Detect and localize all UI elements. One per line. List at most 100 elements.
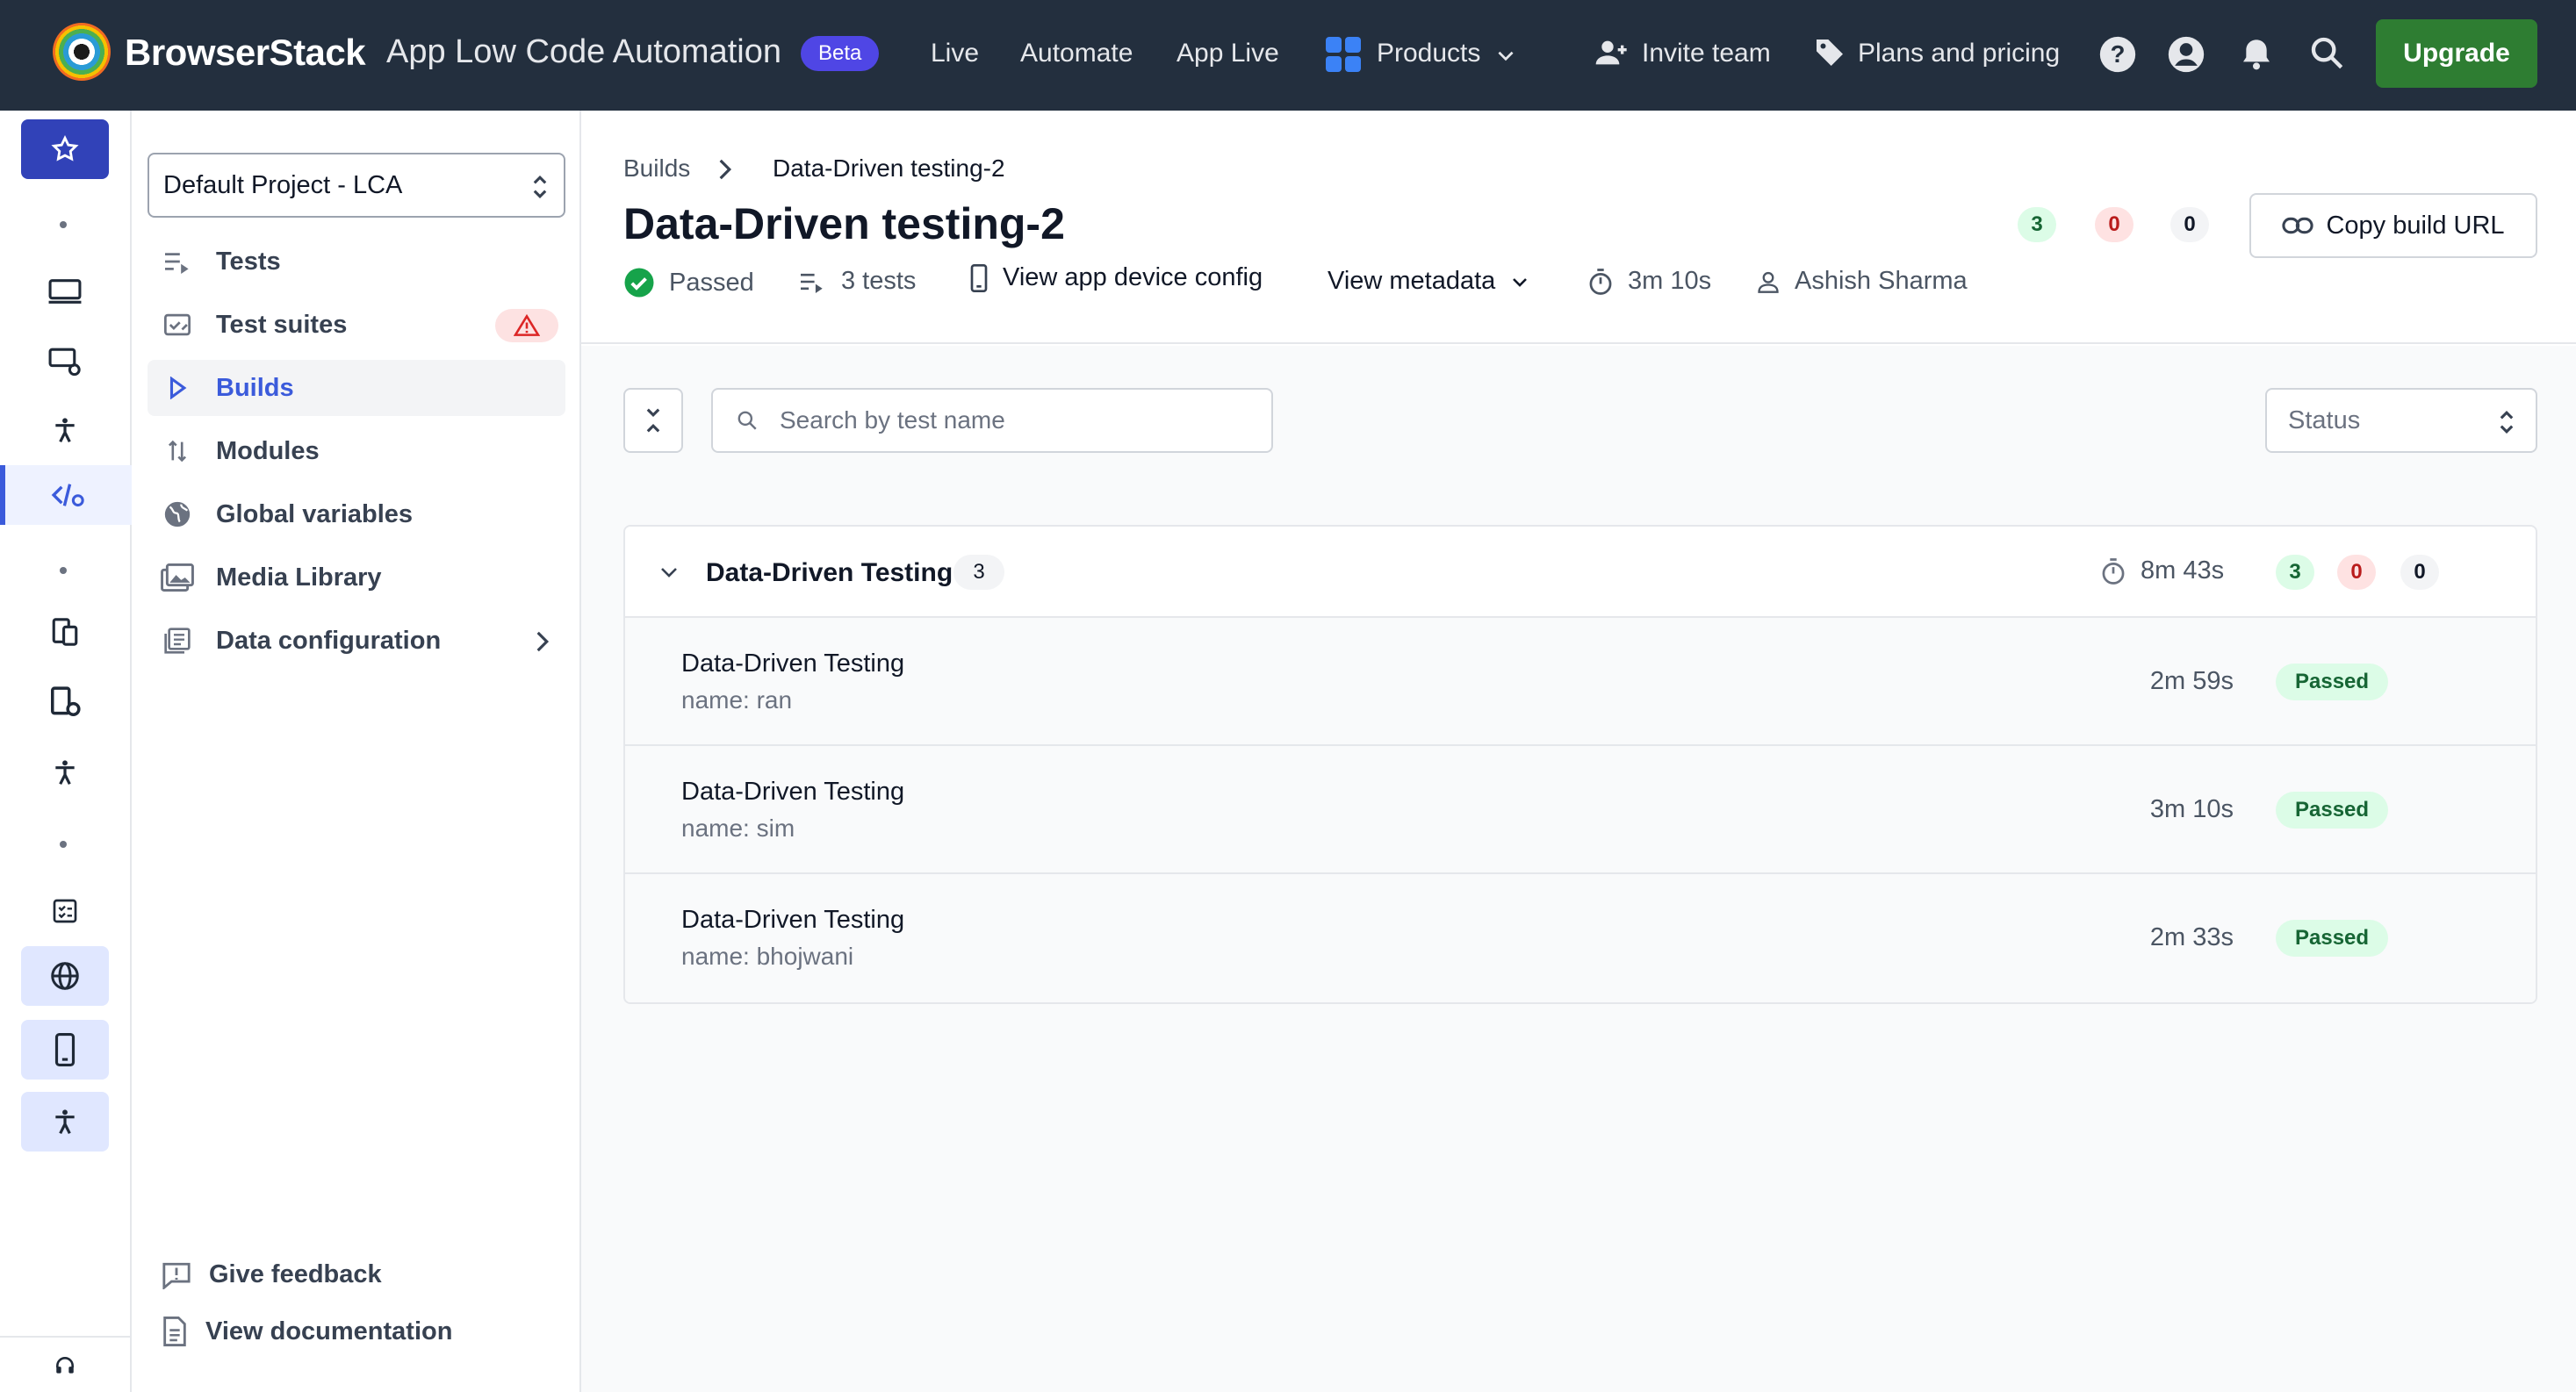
chevron-down-icon (1513, 277, 1528, 287)
user-icon (1758, 271, 1779, 293)
other-count-badge: 0 (2170, 207, 2209, 242)
link-icon (2282, 217, 2314, 234)
passed-count-badge: 3 (2018, 207, 2056, 242)
nav-automate[interactable]: Automate (1020, 39, 1133, 68)
sidebar-item-tests[interactable]: Tests (148, 233, 565, 290)
sort-chevrons-icon (2500, 410, 2514, 434)
rail-accessibility[interactable] (21, 400, 109, 460)
upgrade-button[interactable]: Upgrade (2376, 19, 2537, 88)
build-detail-main: Builds Data-Driven testing-2 Data-Driven… (581, 111, 2576, 1392)
image-icon (161, 563, 194, 592)
nav-app-live[interactable]: App Live (1176, 39, 1279, 68)
sidebar-item-test-suites[interactable]: Test suites (148, 297, 565, 353)
invite-user-icon[interactable] (1594, 35, 1630, 70)
rail-separator (60, 567, 67, 574)
brand-name[interactable]: BrowserStack (125, 32, 366, 74)
rail-low-code[interactable] (0, 465, 132, 525)
sidebar-item-media-library[interactable]: Media Library (148, 549, 565, 606)
desktop-automate-icon (48, 348, 81, 377)
top-navigation-bar: BrowserStack App Low Code Automation Bet… (0, 0, 2576, 111)
view-app-device-config-label: View app device config (1003, 263, 1263, 291)
nav-products[interactable]: Products (1377, 39, 1480, 68)
sidebar-item-label: Modules (216, 436, 320, 465)
test-row[interactable]: Data-Driven Testing name: ran 2m 59s Pas… (625, 618, 2536, 746)
code-icon (51, 484, 84, 507)
test-row-duration: 2m 59s (2149, 667, 2234, 695)
view-metadata-dropdown[interactable]: View metadata (1328, 267, 1544, 296)
test-search-box[interactable] (711, 388, 1273, 453)
chevron-down-icon[interactable] (1494, 44, 1517, 67)
build-user: Ashish Sharma (1756, 267, 1968, 296)
copy-build-url-button[interactable]: Copy build URL (2249, 193, 2537, 258)
breadcrumb-current: Data-Driven testing-2 (773, 154, 1005, 182)
mobile-devices-icon (52, 618, 78, 646)
rail-accessibility-testing[interactable] (21, 1092, 109, 1152)
plans-pricing-link[interactable]: Plans and pricing (1858, 39, 2060, 68)
products-grid-icon[interactable] (1326, 37, 1361, 72)
test-row[interactable]: Data-Driven Testing name: bhojwani 2m 33… (625, 874, 2536, 1002)
rail-support[interactable] (21, 1348, 109, 1383)
account-icon[interactable] (2167, 35, 2205, 74)
rail-favorites[interactable] (21, 119, 109, 179)
view-documentation-label: View documentation (205, 1317, 453, 1345)
view-documentation-link[interactable]: View documentation (162, 1317, 452, 1346)
chevron-down-icon[interactable] (658, 565, 680, 581)
project-selector[interactable]: Default Project - LCA (148, 153, 565, 218)
rail-app-live[interactable] (21, 602, 109, 662)
test-row[interactable]: Data-Driven Testing name: sim 3m 10s Pas… (625, 746, 2536, 874)
rail-web-testing[interactable] (21, 946, 109, 1006)
stopwatch-icon (2102, 557, 2125, 585)
sidebar-item-label: Global variables (216, 499, 414, 528)
tag-icon[interactable] (1812, 35, 1847, 70)
failed-count-badge: 0 (2095, 207, 2133, 242)
invite-team-link[interactable]: Invite team (1642, 39, 1771, 68)
sidebar-item-global-variables[interactable]: Global variables (148, 486, 565, 542)
build-test-count-label: 3 tests (841, 267, 917, 295)
sidebar-item-data-configuration[interactable]: Data configuration (148, 613, 565, 669)
status-filter-select[interactable]: Status (2265, 388, 2537, 453)
give-feedback-link[interactable]: Give feedback (162, 1260, 382, 1289)
rail-automate[interactable] (21, 332, 109, 391)
document-icon (163, 1317, 186, 1346)
rail-app-automate[interactable] (21, 672, 109, 732)
rail-separator (60, 841, 67, 848)
breadcrumb-builds[interactable]: Builds (623, 154, 690, 183)
play-icon (169, 377, 187, 399)
sidebar-item-modules[interactable]: Modules (148, 423, 565, 479)
browserstack-logo-icon[interactable] (53, 23, 111, 81)
view-metadata-label: View metadata (1328, 267, 1496, 295)
accessibility-icon (55, 418, 75, 443)
help-icon[interactable]: ? (2098, 35, 2137, 74)
rail-live[interactable] (21, 262, 109, 321)
suite-icon (164, 313, 191, 336)
list-play-icon (801, 273, 823, 293)
sidebar-item-label: Tests (216, 247, 281, 276)
globe-icon (51, 962, 79, 990)
test-group-duration-label: 8m 43s (2141, 556, 2225, 585)
search-icon[interactable] (2309, 35, 2344, 70)
arrows-icon (168, 440, 187, 463)
rail-test-management[interactable] (21, 881, 109, 941)
collapse-all-button[interactable] (623, 388, 683, 453)
check-circle-icon (624, 268, 654, 298)
sidebar-item-builds[interactable]: Builds (148, 360, 565, 416)
test-row-param: name: bhojwani (681, 943, 854, 970)
nav-live[interactable]: Live (931, 39, 979, 68)
rail-app-accessibility[interactable] (21, 743, 109, 802)
search-input[interactable] (780, 406, 1254, 434)
bell-icon[interactable] (2239, 35, 2274, 74)
data-icon (164, 628, 191, 654)
accessibility-icon (55, 760, 75, 786)
test-group-header[interactable]: Data-Driven Testing 3 8m 43s 3 0 0 (625, 527, 2536, 618)
rail-app-testing[interactable] (21, 1020, 109, 1080)
build-user-label: Ashish Sharma (1795, 267, 1968, 295)
sidebar-item-label: Media Library (216, 563, 382, 592)
warning-icon (514, 314, 540, 336)
view-app-device-config-button[interactable]: View app device config (969, 263, 1263, 292)
project-selector-value: Default Project - LCA (163, 171, 403, 199)
status-filter-value: Status (2288, 406, 2361, 434)
list-play-icon (165, 253, 189, 274)
desktop-browser-icon (48, 279, 82, 304)
build-duration: 3m 10s (1587, 267, 1711, 296)
group-other-badge: 0 (2400, 555, 2439, 590)
